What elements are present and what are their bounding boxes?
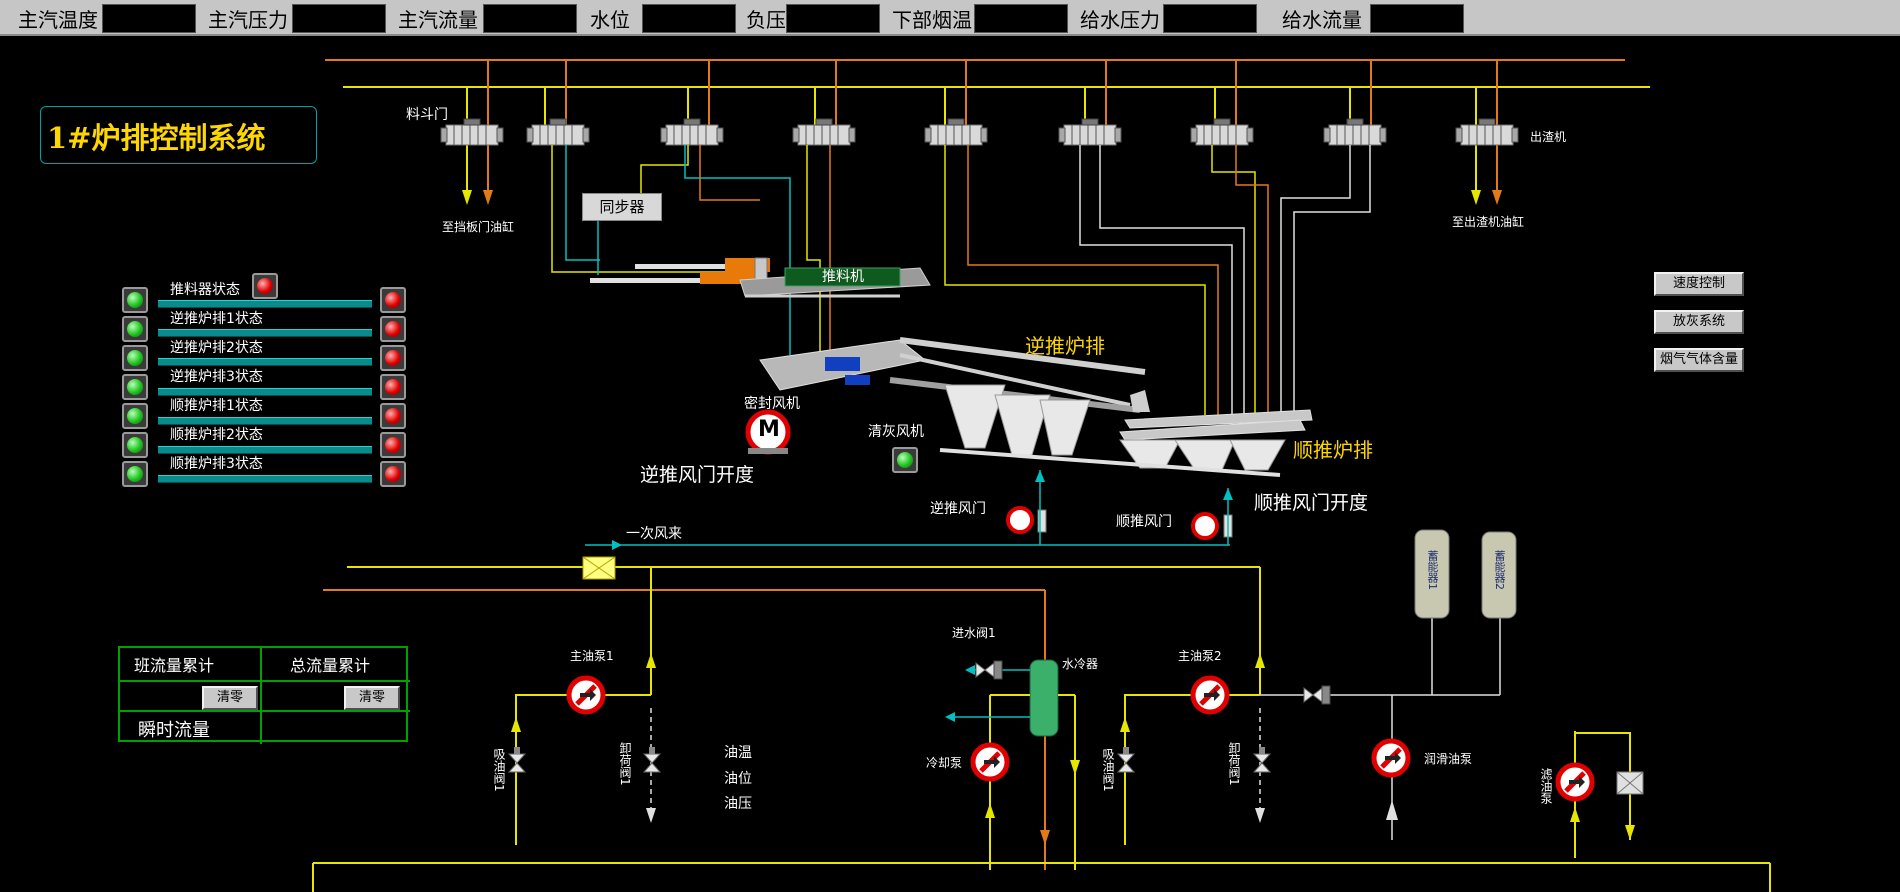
label-reverse-damper: 逆推风门 (930, 501, 986, 517)
status-bar-forward-3 (158, 475, 372, 483)
clear-total-button[interactable]: 清零 (344, 686, 400, 710)
label-reverse-grate: 逆推炉排 (1025, 334, 1105, 358)
page-title: 1#炉排控制系统 (47, 121, 266, 155)
label-hopper-door: 料斗门 (406, 107, 448, 123)
instant-flow-label: 瞬时流量 (138, 720, 210, 741)
clear-shift-button[interactable]: 清零 (202, 686, 258, 710)
shift-flow-total-label: 班流量累计 (134, 656, 215, 675)
status-label-forward-1: 顺推炉排1状态 (170, 398, 263, 414)
label-primary-air: 一次风来 (626, 526, 682, 542)
status-led-reverse-3-stop[interactable] (380, 374, 406, 400)
flue-gas-content-button[interactable]: 烟气气体含量 (1654, 348, 1744, 372)
status-led-pusher-fault[interactable] (252, 273, 278, 299)
status-label-pusher: 推料器状态 (170, 282, 240, 298)
status-led-forward-1-stop[interactable] (380, 403, 406, 429)
status-led-forward-2-stop[interactable] (380, 432, 406, 458)
synchronizer-box[interactable]: 同步器 (582, 193, 662, 221)
status-led-forward-3-run[interactable] (122, 461, 148, 487)
label-main-pump-1: 主油泵1 (570, 649, 614, 663)
flow-totalizer-table: 班流量累计 总流量累计 清零 清零 瞬时流量 (118, 646, 410, 744)
label-seal-fan: 密封风机 (744, 396, 800, 412)
label-accumulator-2: 蓄能器2 (1493, 550, 1506, 590)
label-slag-remover: 出渣机 (1530, 130, 1567, 144)
status-label-forward-2: 顺推炉排2状态 (170, 427, 263, 443)
label-main-pump-2: 主油泵2 (1178, 649, 1222, 663)
status-led-forward-1-run[interactable] (122, 403, 148, 429)
ash-discharge-button[interactable]: 放灰系统 (1654, 310, 1744, 334)
label-lube-pump: 润滑油泵 (1424, 752, 1473, 766)
status-label-reverse-3: 逆推炉排3状态 (170, 369, 263, 385)
status-bar-reverse-1 (158, 329, 372, 337)
seal-fan-motor-icon[interactable]: M (758, 417, 780, 442)
label-to-damper-cylinder: 至挡板门油缸 (442, 220, 515, 234)
title-frame: 1#炉排控制系统 (40, 106, 317, 164)
status-led-reverse-2-run[interactable] (122, 345, 148, 371)
table-divider (260, 648, 262, 744)
status-led-forward-2-run[interactable] (122, 432, 148, 458)
status-led-reverse-2-stop[interactable] (380, 345, 406, 371)
label-to-slag-cylinder: 至出渣机油缸 (1452, 215, 1525, 229)
label-reverse-damper-opening: 逆推风门开度 (640, 464, 755, 486)
label-water-cooler: 水冷器 (1062, 657, 1099, 671)
label-oil-temp: 油温 (724, 745, 752, 761)
label-filter-pump: 滤油泵 (1539, 768, 1553, 804)
table-divider (120, 680, 410, 682)
status-led-pusher-stop[interactable] (380, 287, 406, 313)
label-forward-grate: 顺推炉排 (1293, 438, 1373, 462)
total-flow-label: 总流量累计 (290, 656, 371, 675)
status-led-reverse-3-run[interactable] (122, 374, 148, 400)
status-bar-reverse-2 (158, 358, 372, 366)
label-suction-valve-1a: 吸油阀1 (492, 748, 506, 792)
label-oil-level: 油位 (724, 771, 752, 787)
label-unload-valve-1a: 卸荷阀1 (618, 742, 632, 786)
label-pusher: 推料机 (822, 269, 864, 285)
label-ash-fan: 清灰风机 (868, 424, 924, 440)
label-forward-damper-opening: 顺推风门开度 (1254, 492, 1369, 514)
status-label-forward-3: 顺推炉排3状态 (170, 456, 263, 472)
status-led-reverse-1-stop[interactable] (380, 316, 406, 342)
status-bar-pusher (158, 300, 372, 308)
label-suction-valve-1b: 吸油阀1 (1101, 748, 1115, 792)
status-label-reverse-2: 逆推炉排2状态 (170, 340, 263, 356)
label-unload-valve-1b: 卸荷阀1 (1227, 742, 1241, 786)
status-led-forward-3-stop[interactable] (380, 461, 406, 487)
status-label-reverse-1: 逆推炉排1状态 (170, 311, 263, 327)
status-led-reverse-1-run[interactable] (122, 316, 148, 342)
speed-control-button[interactable]: 速度控制 (1654, 272, 1744, 296)
status-led-pusher-run[interactable] (122, 287, 148, 313)
table-divider (120, 710, 410, 712)
label-accumulator-1: 蓄能器1 (1426, 550, 1439, 590)
label-oil-pressure: 油压 (724, 796, 752, 812)
label-cooling-pump: 冷却泵 (926, 756, 963, 770)
label-forward-damper: 顺推风门 (1116, 514, 1172, 530)
label-inlet-valve-1: 进水阀1 (952, 626, 996, 640)
ash-fan-status-led[interactable] (892, 447, 918, 473)
